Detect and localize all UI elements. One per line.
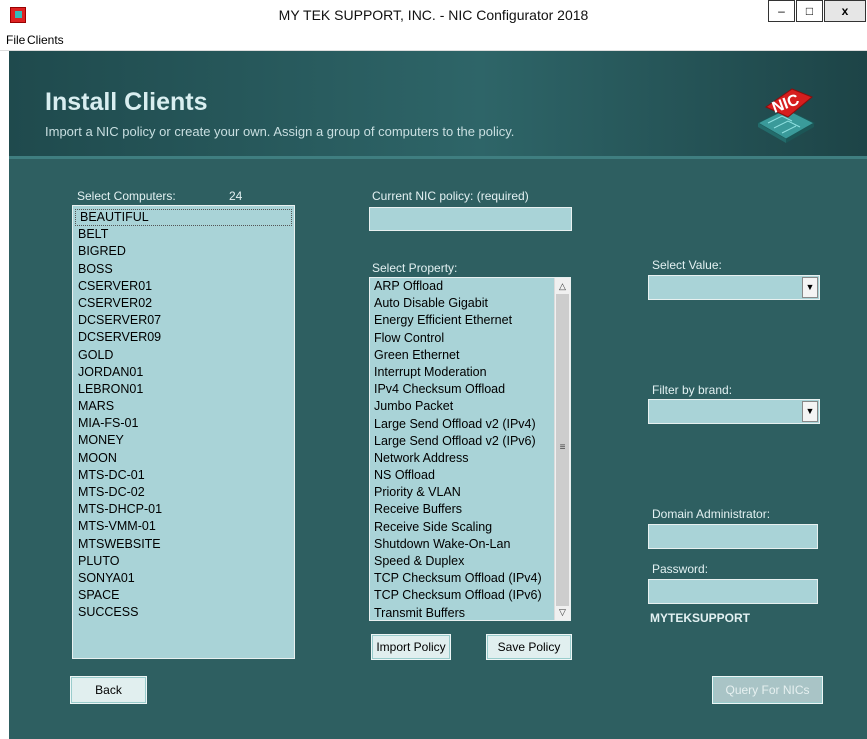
computer-list-item[interactable]: MIA-FS-01 bbox=[73, 415, 294, 432]
computer-list-item[interactable]: MTSWEBSITE bbox=[73, 536, 294, 553]
property-list-item[interactable]: Large Send Offload v2 (IPv6) bbox=[370, 433, 555, 450]
chevron-down-icon[interactable]: ▼ bbox=[802, 277, 818, 298]
back-button[interactable]: Back bbox=[70, 676, 147, 704]
computer-list-item[interactable]: CSERVER01 bbox=[73, 278, 294, 295]
computer-list-item[interactable]: BIGRED bbox=[73, 243, 294, 260]
password-field[interactable] bbox=[648, 579, 818, 604]
property-list-item[interactable]: Shutdown Wake-On-Lan bbox=[370, 536, 555, 553]
scroll-thumb[interactable]: ≡ bbox=[556, 294, 569, 606]
computer-list-item[interactable]: BEAUTIFUL bbox=[75, 209, 292, 227]
close-button[interactable]: x bbox=[824, 0, 866, 22]
computer-list-item[interactable]: MARS bbox=[73, 398, 294, 415]
property-list-item[interactable]: Receive Side Scaling bbox=[370, 519, 555, 536]
scroll-up-icon[interactable]: △ bbox=[555, 278, 570, 294]
window-title: MY TEK SUPPORT, INC. - NIC Configurator … bbox=[278, 7, 589, 23]
current-policy-label: Current NIC policy: (required) bbox=[372, 189, 529, 203]
domain-admin-field[interactable] bbox=[648, 524, 818, 549]
select-computers-label: Select Computers: bbox=[77, 189, 176, 203]
property-list-item[interactable]: ARP Offload bbox=[370, 278, 555, 295]
property-list-item[interactable]: Interrupt Moderation bbox=[370, 364, 555, 381]
computer-count: 24 bbox=[229, 189, 243, 203]
property-list-item[interactable]: Network Address bbox=[370, 450, 555, 467]
computer-list-item[interactable]: CSERVER02 bbox=[73, 295, 294, 312]
property-list-item[interactable]: Large Send Offload v2 (IPv4) bbox=[370, 416, 555, 433]
computer-list-item[interactable]: MONEY bbox=[73, 432, 294, 449]
property-list-item[interactable]: Priority & VLAN bbox=[370, 484, 555, 501]
computer-list-item[interactable]: BOSS bbox=[73, 261, 294, 278]
title-bar: MY TEK SUPPORT, INC. - NIC Configurator … bbox=[0, 0, 867, 30]
computer-list-item[interactable]: GOLD bbox=[73, 347, 294, 364]
computer-list-item[interactable]: MTS-DHCP-01 bbox=[73, 501, 294, 518]
current-policy-field[interactable] bbox=[369, 207, 572, 231]
filter-brand-label: Filter by brand: bbox=[652, 383, 733, 397]
logo-text: NIC bbox=[764, 88, 813, 118]
menu-bar: File Clients bbox=[0, 30, 867, 51]
property-list-item[interactable]: Speed & Duplex bbox=[370, 553, 555, 570]
property-list-item[interactable]: Transmit Buffers bbox=[370, 605, 555, 620]
property-list-item[interactable]: NS Offload bbox=[370, 467, 555, 484]
property-list-item[interactable]: TCP Checksum Offload (IPv6) bbox=[370, 587, 555, 604]
property-list-item[interactable]: Flow Control bbox=[370, 330, 555, 347]
header-banner: Install Clients Import a NIC policy or c… bbox=[9, 51, 867, 157]
property-list-item[interactable]: Jumbo Packet bbox=[370, 398, 555, 415]
import-policy-button[interactable]: Import Policy bbox=[371, 634, 451, 660]
property-list-item[interactable]: TCP Checksum Offload (IPv4) bbox=[370, 570, 555, 587]
computer-list-item[interactable]: DCSERVER07 bbox=[73, 312, 294, 329]
property-list[interactable]: ARP Offload Auto Disable Gigabit Energy Ef… bbox=[369, 277, 571, 621]
computer-list-item[interactable]: BELT bbox=[73, 226, 294, 243]
computer-list[interactable]: BEAUTIFUL BELT BIGRED BOSS CSERVER01 CSERVER0… bbox=[72, 205, 295, 659]
property-list-item[interactable]: IPv4 Checksum Offload bbox=[370, 381, 555, 398]
computer-list-item[interactable]: MTS-DC-02 bbox=[73, 484, 294, 501]
property-list-item[interactable]: Receive Buffers bbox=[370, 501, 555, 518]
nic-logo-icon: NIC bbox=[756, 88, 816, 143]
maximize-button[interactable]: □ bbox=[796, 0, 823, 22]
password-label: Password: bbox=[652, 562, 709, 576]
page-title: Install Clients bbox=[45, 88, 208, 116]
computer-list-item[interactable]: JORDAN01 bbox=[73, 364, 294, 381]
page-subtitle: Import a NIC policy or create your own. … bbox=[45, 124, 515, 139]
select-value-combo[interactable]: ▼ bbox=[648, 275, 820, 300]
computer-list-item[interactable]: MTS-DC-01 bbox=[73, 467, 294, 484]
domain-name: MYTEKSUPPORT bbox=[650, 611, 751, 625]
property-list-item[interactable]: Auto Disable Gigabit bbox=[370, 295, 555, 312]
minimize-button[interactable]: ‒ bbox=[768, 0, 795, 22]
computer-list-item[interactable]: MOON bbox=[73, 450, 294, 467]
header-divider bbox=[9, 156, 867, 159]
select-property-label: Select Property: bbox=[372, 261, 458, 275]
grip-icon: ≡ bbox=[559, 442, 566, 453]
scroll-down-icon[interactable]: ▽ bbox=[555, 604, 570, 620]
menu-clients[interactable]: Clients bbox=[27, 33, 64, 47]
chevron-down-icon[interactable]: ▼ bbox=[802, 401, 818, 422]
computer-list-item[interactable]: PLUTO bbox=[73, 553, 294, 570]
query-nics-button[interactable]: Query For NICs bbox=[712, 676, 823, 704]
select-value-label: Select Value: bbox=[652, 258, 722, 272]
property-list-item[interactable]: Green Ethernet bbox=[370, 347, 555, 364]
property-list-item[interactable]: Energy Efficient Ethernet bbox=[370, 312, 555, 329]
computer-list-item[interactable]: SUCCESS bbox=[73, 604, 294, 621]
computer-list-item[interactable]: MTS-VMM-01 bbox=[73, 518, 294, 535]
save-policy-button[interactable]: Save Policy bbox=[486, 634, 572, 660]
property-scrollbar[interactable]: △ ≡ ▽ bbox=[554, 278, 570, 620]
menu-file[interactable]: File bbox=[6, 33, 25, 47]
computer-list-item[interactable]: DCSERVER09 bbox=[73, 329, 294, 346]
computer-list-item[interactable]: SONYA01 bbox=[73, 570, 294, 587]
filter-brand-combo[interactable]: ▼ bbox=[648, 399, 820, 424]
computer-list-item[interactable]: LEBRON01 bbox=[73, 381, 294, 398]
domain-admin-label: Domain Administrator: bbox=[652, 507, 771, 521]
computer-list-item[interactable]: SPACE bbox=[73, 587, 294, 604]
